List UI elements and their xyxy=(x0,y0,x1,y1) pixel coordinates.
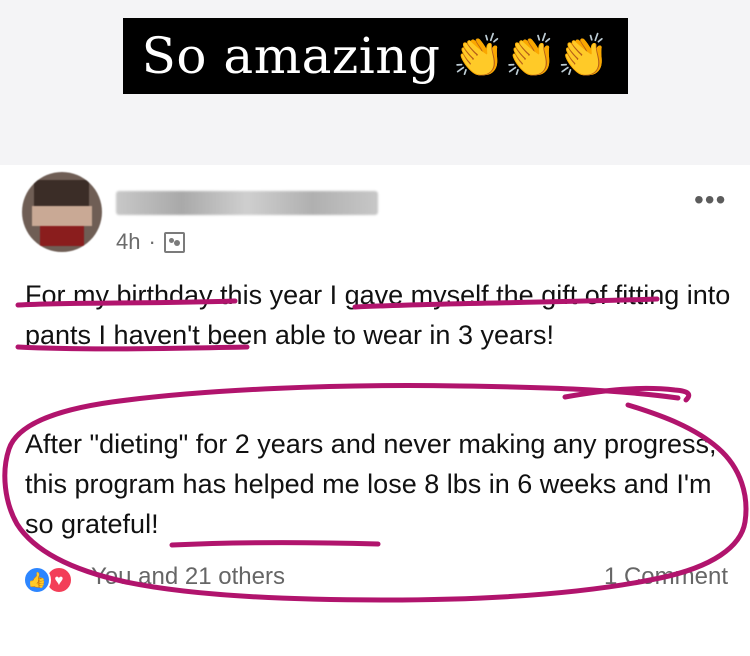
reaction-icons[interactable]: 👍 ♥ xyxy=(23,566,83,594)
post-paragraph-1: For my birthday this year I gave myself … xyxy=(25,280,731,350)
banner-text: So amazing xyxy=(141,27,441,85)
post-time[interactable]: 4h xyxy=(116,229,140,255)
caption-banner: So amazing 👏👏👏 xyxy=(123,18,628,94)
avatar[interactable] xyxy=(22,172,102,252)
post-paragraph-2: After "dieting" for 2 years and never ma… xyxy=(25,429,717,539)
blurred-author-name[interactable] xyxy=(116,191,378,215)
more-options-icon[interactable]: ••• xyxy=(694,186,726,214)
post-meta: 4h · xyxy=(116,229,185,255)
meta-separator: · xyxy=(148,229,156,254)
post-footer: 👍 ♥ You and 21 others 1 Comment xyxy=(23,562,728,598)
reaction-summary[interactable]: You and 21 others xyxy=(91,563,285,591)
comment-count[interactable]: 1 Comment xyxy=(604,563,728,591)
like-icon: 👍 xyxy=(23,566,51,594)
clapping-hands-icon: 👏👏👏 xyxy=(452,32,610,79)
audience-icon[interactable] xyxy=(163,231,185,253)
